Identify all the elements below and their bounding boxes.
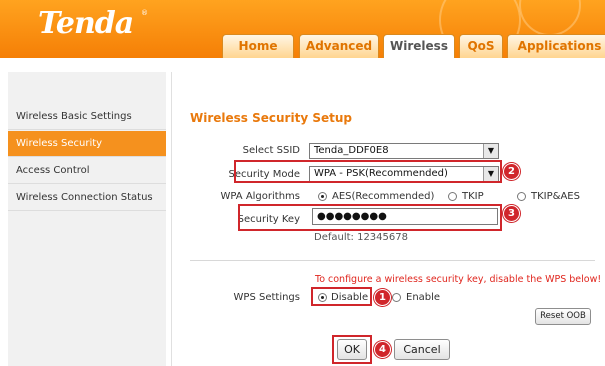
radio-tkip-label: TKIP <box>462 191 484 202</box>
page-title: Wireless Security Setup <box>190 111 352 125</box>
wps-settings-label: WPS Settings <box>233 292 300 303</box>
step-badge-4: 4 <box>374 341 391 358</box>
content-divider <box>171 72 172 366</box>
registered-mark: ® <box>141 9 148 17</box>
highlight-box-3 <box>238 204 502 231</box>
tab-advanced[interactable]: Advanced <box>299 34 379 58</box>
sidebar-item-connection-status[interactable]: Wireless Connection Status <box>8 185 166 211</box>
step-badge-1: 1 <box>374 289 391 306</box>
sidebar-item-basic-settings[interactable]: Wireless Basic Settings <box>8 104 166 130</box>
header-decoration <box>439 0 581 34</box>
reset-oob-button[interactable]: Reset OOB <box>535 308 591 325</box>
radio-wps-enable-label: Enable <box>406 292 441 303</box>
sidebar-item-access-control[interactable]: Access Control <box>8 158 166 184</box>
wps-warning-text: To configure a wireless security key, di… <box>315 274 602 285</box>
tab-home[interactable]: Home <box>222 34 294 58</box>
radio-tkip-aes-label: TKIP&AES <box>531 191 580 202</box>
tenda-logo: Tenda <box>38 6 134 41</box>
step-badge-2: 2 <box>503 163 520 180</box>
sidebar: Wireless Basic Settings Wireless Securit… <box>8 72 166 366</box>
chevron-down-icon[interactable]: ▼ <box>483 144 498 158</box>
radio-aes[interactable] <box>318 192 327 201</box>
tab-qos[interactable]: QoS <box>459 34 503 58</box>
tab-applications[interactable]: Applications <box>507 34 605 58</box>
header-banner: Tenda ® Home Advanced Wireless QoS Appli… <box>0 0 605 58</box>
tab-wireless[interactable]: Wireless <box>383 34 455 58</box>
radio-wps-enable[interactable] <box>392 293 401 302</box>
section-divider <box>190 260 595 261</box>
radio-aes-label: AES(Recommended) <box>332 191 435 202</box>
step-badge-3: 3 <box>503 205 520 222</box>
wpa-algorithms-label: WPA Algorithms <box>220 191 300 202</box>
highlight-box-4 <box>332 335 372 364</box>
highlight-box-1 <box>311 287 372 306</box>
radio-tkip-aes[interactable] <box>517 192 526 201</box>
sidebar-item-wireless-security[interactable]: Wireless Security <box>8 131 166 157</box>
radio-tkip[interactable] <box>448 192 457 201</box>
ssid-select[interactable]: Tenda_DDF0E8 ▼ <box>309 143 499 159</box>
highlight-box-2 <box>234 160 502 183</box>
ssid-value: Tenda_DDF0E8 <box>314 145 389 156</box>
ssid-label: Select SSID <box>242 145 300 156</box>
default-key-hint: Default: 12345678 <box>314 232 408 243</box>
cancel-button[interactable]: Cancel <box>394 339 450 360</box>
